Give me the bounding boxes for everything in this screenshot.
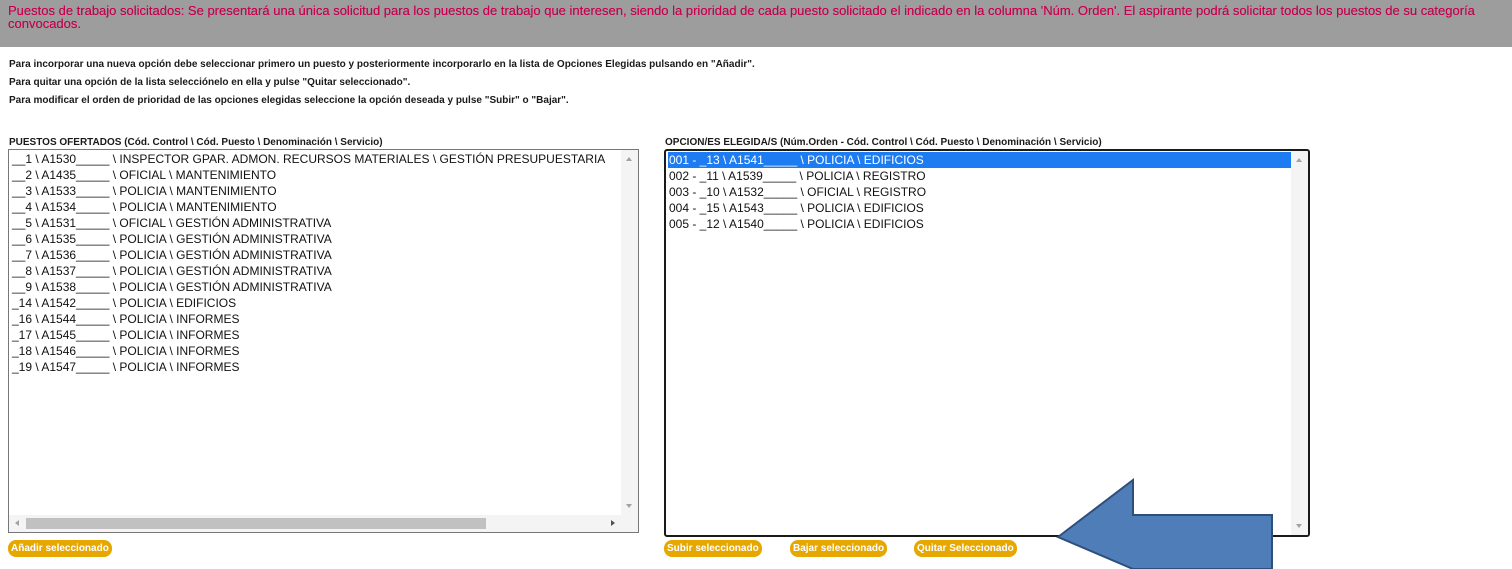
header-banner: Puestos de trabajo solicitados: Se prese… bbox=[0, 0, 1512, 47]
callout-arrow-shape bbox=[1056, 478, 1273, 569]
instruction-remove: Para quitar una opción de la lista selec… bbox=[9, 77, 411, 88]
list-item[interactable]: __2 \ A1435_____ \ OFICIAL \ MANTENIMIEN… bbox=[11, 167, 621, 183]
chosen-list-title: OPCION/ES ELEGIDA/S (Núm.Orden - Cód. Co… bbox=[665, 137, 1102, 148]
scroll-down-arrow-icon[interactable] bbox=[1296, 524, 1302, 528]
scrollbar-corner bbox=[621, 515, 638, 532]
list-item[interactable]: 004 - _15 \ A1543_____ \ POLICIA \ EDIFI… bbox=[668, 200, 1291, 216]
banner-text: Puestos de trabajo solicitados: Se prese… bbox=[8, 3, 1475, 31]
instruction-order: Para modificar el orden de prioridad de … bbox=[9, 95, 569, 106]
offered-vertical-scrollbar[interactable] bbox=[621, 150, 638, 515]
remove-selected-button[interactable]: Quitar Seleccionado bbox=[914, 540, 1017, 557]
scroll-up-arrow-icon[interactable] bbox=[1296, 158, 1302, 162]
list-item[interactable]: __5 \ A1531_____ \ OFICIAL \ GESTIÓN ADM… bbox=[11, 215, 621, 231]
list-item[interactable]: __9 \ A1538_____ \ POLICIA \ GESTIÓN ADM… bbox=[11, 279, 621, 295]
instruction-add: Para incorporar una nueva opción debe se… bbox=[9, 59, 755, 70]
scroll-right-arrow-icon[interactable] bbox=[611, 520, 615, 526]
list-item[interactable]: _17 \ A1545_____ \ POLICIA \ INFORMES bbox=[11, 327, 621, 343]
chosen-rows: 001 - _13 \ A1541_____ \ POLICIA \ EDIFI… bbox=[668, 152, 1291, 232]
offered-rows: __1 \ A1530_____ \ INSPECTOR GPAR. ADMON… bbox=[11, 151, 621, 375]
list-item[interactable]: __1 \ A1530_____ \ INSPECTOR GPAR. ADMON… bbox=[11, 151, 621, 167]
scroll-left-arrow-icon[interactable] bbox=[15, 520, 19, 526]
move-up-button[interactable]: Subir seleccionado bbox=[664, 540, 762, 557]
add-selected-button[interactable]: Añadir seleccionado bbox=[8, 540, 112, 557]
list-item[interactable]: __4 \ A1534_____ \ POLICIA \ MANTENIMIEN… bbox=[11, 199, 621, 215]
list-item[interactable]: _14 \ A1542_____ \ POLICIA \ EDIFICIOS bbox=[11, 295, 621, 311]
list-item[interactable]: 001 - _13 \ A1541_____ \ POLICIA \ EDIFI… bbox=[668, 152, 1291, 168]
offered-listbox[interactable]: __1 \ A1530_____ \ INSPECTOR GPAR. ADMON… bbox=[8, 149, 639, 533]
callout-arrow-icon bbox=[1056, 478, 1273, 569]
list-item[interactable]: 002 - _11 \ A1539_____ \ POLICIA \ REGIS… bbox=[668, 168, 1291, 184]
list-item[interactable]: __3 \ A1533_____ \ POLICIA \ MANTENIMIEN… bbox=[11, 183, 621, 199]
scroll-up-arrow-icon[interactable] bbox=[626, 157, 632, 161]
list-item[interactable]: _19 \ A1547_____ \ POLICIA \ INFORMES bbox=[11, 359, 621, 375]
offered-list-title: PUESTOS OFERTADOS (Cód. Control \ Cód. P… bbox=[9, 137, 383, 148]
horizontal-scroll-thumb[interactable] bbox=[26, 518, 486, 529]
list-item[interactable]: _16 \ A1544_____ \ POLICIA \ INFORMES bbox=[11, 311, 621, 327]
list-item[interactable]: _18 \ A1546_____ \ POLICIA \ INFORMES bbox=[11, 343, 621, 359]
list-item[interactable]: __6 \ A1535_____ \ POLICIA \ GESTIÓN ADM… bbox=[11, 231, 621, 247]
scroll-down-arrow-icon[interactable] bbox=[626, 504, 632, 508]
move-down-button[interactable]: Bajar seleccionado bbox=[790, 540, 888, 557]
list-item[interactable]: __7 \ A1536_____ \ POLICIA \ GESTIÓN ADM… bbox=[11, 247, 621, 263]
list-item[interactable]: 005 - _12 \ A1540_____ \ POLICIA \ EDIFI… bbox=[668, 216, 1291, 232]
list-item[interactable]: __8 \ A1537_____ \ POLICIA \ GESTIÓN ADM… bbox=[11, 263, 621, 279]
offered-horizontal-scrollbar[interactable] bbox=[9, 515, 621, 532]
chosen-vertical-scrollbar[interactable] bbox=[1291, 151, 1308, 535]
list-item[interactable]: 003 - _10 \ A1532_____ \ OFICIAL \ REGIS… bbox=[668, 184, 1291, 200]
